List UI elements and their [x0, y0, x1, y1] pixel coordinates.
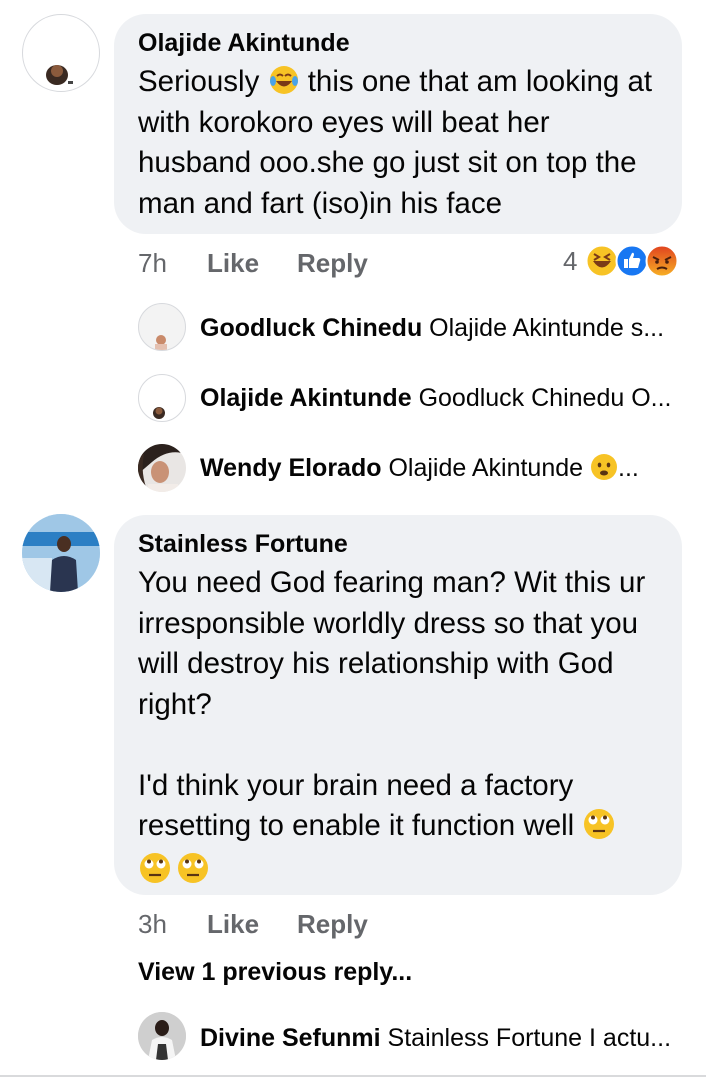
- eye-roll-emoji-icon: [140, 852, 170, 883]
- comment-author[interactable]: Stainless Fortune: [138, 529, 658, 559]
- comment-actions: 7h Like Reply: [138, 248, 438, 280]
- reply-preview: Olajide Akintunde: [388, 454, 584, 482]
- laughing-emoji-icon: [585, 244, 619, 278]
- tears-of-joy-emoji-icon: [269, 66, 298, 95]
- like-button[interactable]: Like: [207, 248, 259, 279]
- reply-preview: Stainless Fortune I actu...: [387, 1024, 672, 1052]
- comment-text: Seriously this one that am looking at wi…: [138, 65, 661, 220]
- comment-timestamp: 3h: [138, 909, 167, 939]
- reply-preview-ellipsis: ...: [618, 454, 639, 482]
- comment-author[interactable]: Olajide Akintunde: [138, 28, 658, 58]
- divider: [0, 1075, 706, 1077]
- avatar-olajide-akintunde[interactable]: [22, 14, 100, 92]
- reply-author[interactable]: Olajide Akintunde: [200, 384, 412, 412]
- reply-author[interactable]: Goodluck Chinedu: [200, 314, 422, 342]
- reaction-count: 4: [563, 246, 578, 276]
- reply-item[interactable]: Olajide Akintunde Goodluck Chinedu O...: [200, 383, 680, 413]
- eye-roll-emoji-icon: [178, 852, 208, 883]
- reply-author[interactable]: Wendy Elorado: [200, 454, 382, 482]
- reply-item[interactable]: Goodluck Chinedu Olajide Akintunde s...: [200, 313, 680, 343]
- reply-author[interactable]: Divine Sefunmi: [200, 1024, 381, 1052]
- like-reaction-icon: [615, 244, 649, 278]
- avatar-wendy-elorado[interactable]: [138, 444, 186, 492]
- eye-roll-emoji-icon: [584, 809, 615, 840]
- reply-button[interactable]: Reply: [297, 909, 368, 940]
- comment-actions: 3h Like Reply: [138, 909, 438, 941]
- reply-preview: Goodluck Chinedu O...: [418, 384, 672, 412]
- comment-text: You need God fearing man? Wit this ur ir…: [138, 563, 658, 887]
- avatar-divine-sefunmi[interactable]: [138, 1012, 186, 1060]
- like-button[interactable]: Like: [207, 909, 259, 940]
- worried-emoji-icon: [591, 454, 618, 481]
- reply-preview: Olajide Akintunde s...: [429, 314, 665, 342]
- avatar-goodluck-chinedu[interactable]: [138, 303, 186, 351]
- angry-reaction-icon: [645, 244, 679, 278]
- reply-button[interactable]: Reply: [297, 248, 368, 279]
- reply-item[interactable]: Divine Sefunmi Stainless Fortune I actu.…: [200, 1023, 680, 1053]
- comment-bubble: Stainless Fortune You need God fearing m…: [114, 515, 682, 895]
- avatar-stainless-fortune[interactable]: [22, 514, 100, 592]
- view-previous-replies-link[interactable]: View 1 previous reply...: [138, 958, 412, 987]
- comment-bubble: Olajide Akintunde Seriously this one tha…: [114, 14, 682, 234]
- reply-item[interactable]: Wendy Elorado Olajide Akintunde ...: [200, 453, 680, 483]
- comment-timestamp: 7h: [138, 248, 167, 278]
- avatar-olajide-akintunde-small[interactable]: [138, 374, 186, 422]
